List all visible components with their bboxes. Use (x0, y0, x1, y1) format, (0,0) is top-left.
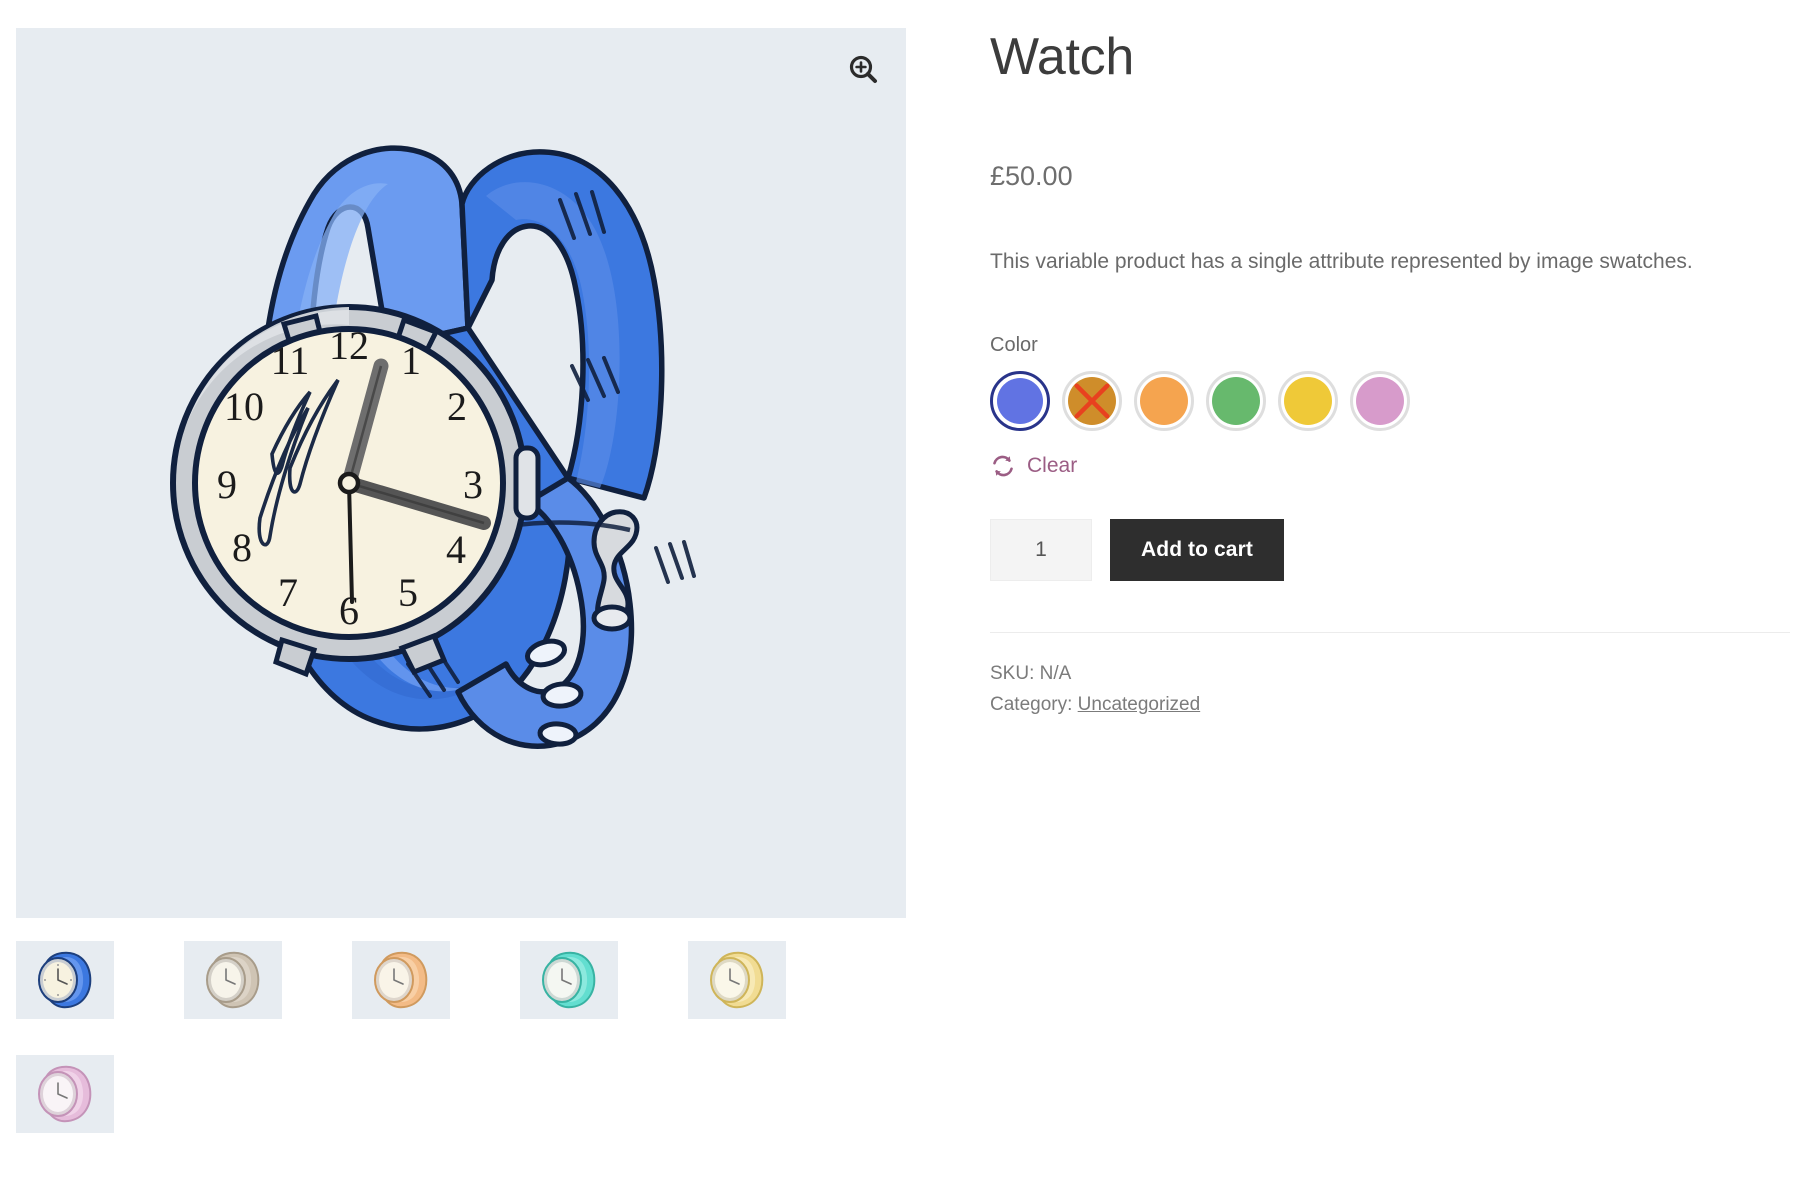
swatch-pink[interactable] (1350, 371, 1410, 432)
product-page: 12 1 2 3 4 5 6 7 8 9 10 11 Watch £50.00 … (0, 0, 1820, 1200)
swatch-yellow-dot (1284, 377, 1332, 426)
swatch-blue[interactable] (990, 371, 1050, 432)
svg-text:3: 3 (463, 462, 483, 507)
category-prefix: Category: (990, 694, 1073, 716)
swatch-green[interactable] (1206, 371, 1266, 432)
swatch-orange[interactable] (1134, 371, 1194, 432)
svg-text:1: 1 (401, 338, 421, 383)
swatch-green-dot (1212, 377, 1260, 426)
svg-text:5: 5 (398, 570, 418, 615)
attribute-label-color: Color (990, 334, 1038, 357)
product-gallery: 12 1 2 3 4 5 6 7 8 9 10 11 (16, 28, 906, 1169)
thumbnail-teal[interactable] (520, 941, 618, 1019)
clear-link[interactable]: Clear (1027, 454, 1077, 478)
thumbnail-blue[interactable] (16, 941, 114, 1019)
watch-illustration: 12 1 2 3 4 5 6 7 8 9 10 11 (16, 28, 906, 918)
svg-text:7: 7 (278, 570, 298, 615)
svg-text:6: 6 (339, 588, 359, 633)
product-meta: SKU: N/A Category: Uncategorized (990, 659, 1790, 721)
swatch-brown[interactable] (1062, 371, 1122, 432)
sku-line: SKU: N/A (990, 663, 1072, 685)
svg-text:2: 2 (447, 384, 467, 429)
swatch-yellow[interactable] (1278, 371, 1338, 432)
swatch-orange-dot (1140, 377, 1188, 426)
thumbnail-orange[interactable] (352, 941, 450, 1019)
svg-text:4: 4 (446, 527, 466, 572)
meta-divider (990, 632, 1790, 634)
category-line: Category: Uncategorized (990, 690, 1790, 721)
swatch-pink-dot (1356, 377, 1404, 426)
thumbnail-yellow[interactable] (688, 941, 786, 1019)
product-price: £50.00 (990, 160, 1073, 191)
zoom-in-magnifier-icon[interactable] (844, 50, 884, 90)
swatch-brown-dot (1068, 377, 1116, 426)
swatch-blue-dot (997, 378, 1043, 425)
add-to-cart-button[interactable]: Add to cart (1110, 519, 1284, 582)
thumbnail-strip (16, 941, 906, 1169)
svg-text:9: 9 (217, 462, 237, 507)
thumbnail-beige[interactable] (184, 941, 282, 1019)
quantity-input[interactable] (990, 519, 1092, 582)
thumbnail-pink[interactable] (16, 1055, 114, 1133)
clear-selection-row: Clear (990, 453, 1790, 479)
color-swatch-group (990, 371, 1790, 432)
main-product-image[interactable]: 12 1 2 3 4 5 6 7 8 9 10 11 (16, 28, 906, 918)
product-summary: Watch £50.00 This variable product has a… (990, 28, 1790, 721)
add-to-cart-form: Add to cart (990, 519, 1790, 582)
page-title: Watch (990, 28, 1134, 86)
svg-text:10: 10 (224, 384, 264, 429)
svg-text:8: 8 (232, 525, 252, 570)
category-link[interactable]: Uncategorized (1078, 694, 1201, 715)
svg-text:11: 11 (271, 338, 310, 383)
product-description: This variable product has a single attri… (990, 249, 1693, 273)
svg-text:12: 12 (329, 323, 369, 368)
reset-refresh-icon[interactable] (990, 453, 1016, 479)
